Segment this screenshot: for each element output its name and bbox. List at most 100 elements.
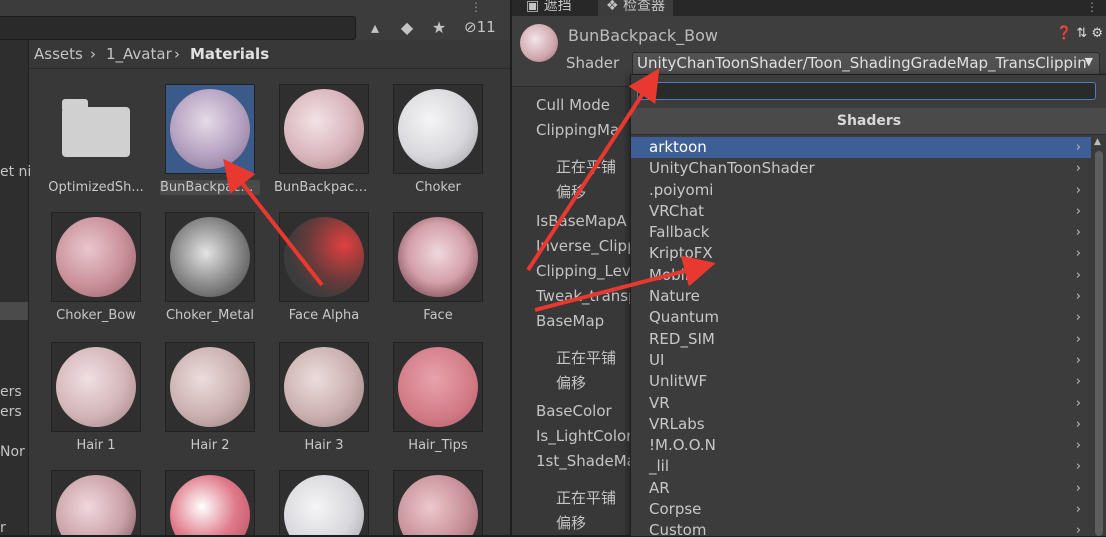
tab-inspector[interactable]: ❖ 检查器 (598, 0, 674, 16)
asset-label: BunBackpack... (274, 180, 374, 195)
tree-item-text[interactable]: et ni (0, 164, 31, 180)
breadcrumb-avatar[interactable]: 1_Avatar (106, 45, 172, 63)
filter-by-label-icon[interactable]: ◆ (394, 14, 420, 40)
shader-menu-item[interactable]: Corpse › (631, 499, 1091, 520)
tree-item-text[interactable]: ers (0, 384, 22, 400)
material-preview-icon (520, 24, 558, 62)
material-thumbnail (393, 84, 483, 174)
asset-tile[interactable]: Face Alpha (274, 212, 374, 323)
shader-menu-item[interactable]: VRLabs › (631, 414, 1091, 435)
asset-tile[interactable]: Choker_Metal (160, 212, 260, 323)
chevron-right-icon: › (1075, 267, 1081, 283)
shader-menu-item[interactable]: VRChat › (631, 201, 1091, 222)
tree-item-text[interactable]: ers (0, 404, 22, 420)
scroll-up-icon[interactable]: ▲ (1094, 137, 1101, 147)
info-icon: ❖ (606, 0, 624, 14)
shader-menu-item[interactable]: UnlitWF › (631, 371, 1091, 392)
asset-tile-selected[interactable]: BunBackpack... (160, 84, 260, 195)
asset-label: Hair 3 (304, 438, 344, 453)
shader-menu-item-label: Corpse (649, 500, 702, 519)
chevron-right-icon: › (1075, 331, 1081, 347)
asset-tile[interactable] (160, 470, 260, 535)
material-thumbnail (279, 342, 369, 432)
chevron-right-icon: › (90, 45, 96, 63)
preset-icon[interactable]: ⇅ (1076, 26, 1087, 41)
scrollbar-thumb[interactable] (1095, 151, 1103, 536)
project-search-input[interactable] (0, 16, 356, 40)
shader-menu-item-label: Nature (649, 287, 700, 306)
shader-menu-item[interactable]: AR › (631, 478, 1091, 499)
shader-menu-item[interactable]: UI › (631, 350, 1091, 371)
panel-menu-icon[interactable]: ⋮ (1086, 0, 1098, 14)
chevron-right-icon: › (1075, 374, 1081, 390)
hidden-packages-toggle[interactable]: ⊘11 (464, 18, 496, 36)
breadcrumb-assets[interactable]: Assets (34, 45, 83, 63)
shader-search-input[interactable] (637, 82, 1096, 100)
chevron-right-icon: › (1075, 395, 1081, 411)
chevron-right-icon: › (1075, 182, 1081, 198)
panel-menu-icon[interactable]: ⋮ (470, 0, 482, 14)
asset-tile[interactable]: BunBackpack... (274, 84, 374, 195)
material-thumbnail (279, 470, 369, 535)
asset-tile[interactable]: Choker (388, 84, 488, 195)
shader-menu-item[interactable]: Mobile › (631, 265, 1091, 286)
asset-tile[interactable]: Choker_Bow (46, 212, 146, 323)
property-label: 偏移 (556, 514, 587, 532)
shader-dropdown[interactable]: UnityChanToonShader/Toon_ShadingGradeMap… (632, 52, 1100, 76)
chevron-right-icon: › (1075, 502, 1081, 518)
shader-menu-item[interactable]: UnityChanToonShader › (631, 158, 1091, 179)
tree-item-text[interactable]: r (0, 520, 6, 535)
property-label: BaseMap (536, 312, 605, 330)
asset-tile[interactable] (46, 470, 146, 535)
tab-occlusion[interactable]: ▣ 遮挡 (518, 0, 580, 16)
asset-tile[interactable]: Hair 2 (160, 342, 260, 453)
shader-selector-popup: Shaders arktoon›UnityChanToonShader›.poi… (630, 74, 1106, 537)
asset-tile[interactable]: OptimizedSh... (46, 84, 146, 195)
asset-tile[interactable]: Hair_Tips (388, 342, 488, 453)
shader-label: Shader (566, 54, 620, 72)
shader-menu-item[interactable]: _lil › (631, 456, 1091, 477)
shader-menu-item[interactable]: KriptoFX › (631, 243, 1091, 264)
header-buttons: ❓ ⇅ ⚙ (1056, 26, 1103, 41)
folder-icon (51, 84, 141, 174)
shader-menu-item[interactable]: VR › (631, 393, 1091, 414)
shader-menu-item-label: UnlitWF (649, 372, 708, 391)
chevron-right-icon: › (1075, 203, 1081, 219)
project-toolbar: ▴ ◆ ★ ⊘11 ⋮ (0, 0, 510, 40)
property-label: 1st_ShadeMa (536, 452, 636, 470)
inspector-tabs: ▣ 遮挡 ❖ 检查器 ⋮ (512, 0, 1106, 16)
asset-label: Choker_Metal (165, 308, 255, 323)
property-label: ClippingMa (536, 121, 620, 139)
breadcrumb-materials[interactable]: Materials (190, 45, 269, 63)
asset-label: Choker_Bow (56, 308, 136, 323)
shader-menu-item[interactable]: Quantum › (631, 307, 1091, 328)
asset-tile[interactable] (388, 470, 488, 535)
shader-menu-item[interactable]: !M.O.O.N › (631, 435, 1091, 456)
asset-label: Choker (415, 180, 461, 195)
shader-menu-item[interactable]: Fallback › (631, 222, 1091, 243)
hidden-count: 11 (476, 18, 496, 36)
settings-gear-icon[interactable]: ⚙ (1091, 26, 1103, 41)
help-icon[interactable]: ❓ (1056, 26, 1072, 41)
asset-tile[interactable]: Face (388, 212, 488, 323)
asset-tile[interactable]: Hair 3 (274, 342, 374, 453)
asset-tile[interactable] (274, 470, 374, 535)
material-name: BunBackpack_Bow (568, 26, 718, 45)
shader-menu-item[interactable]: RED_SIM › (631, 329, 1091, 350)
asset-tile[interactable]: Hair 1 (46, 342, 146, 453)
shader-menu-item[interactable]: .poiyomi › (631, 180, 1091, 201)
shader-list: arktoon › UnityChanToonShader › .poiyomi › VRC… (631, 137, 1091, 536)
shader-menu-item-label: VRLabs (649, 414, 705, 433)
shader-menu-item-label: KriptoFX (649, 244, 713, 263)
chevron-right-icon: › (1075, 310, 1081, 326)
shader-menu-item[interactable]: Nature › (631, 286, 1091, 307)
tree-item-text[interactable]: Nor (0, 444, 25, 460)
shader-list-scrollbar[interactable]: ▲ (1091, 137, 1106, 536)
filter-by-type-icon[interactable]: ▴ (362, 14, 388, 40)
shader-menu-item[interactable]: arktoon › (631, 137, 1091, 159)
material-thumbnail (165, 470, 255, 535)
occlusion-icon: ▣ (526, 0, 544, 14)
property-label: Tweak_transp (536, 287, 638, 305)
tree-selected-row[interactable] (0, 302, 28, 320)
favorites-star-icon[interactable]: ★ (426, 14, 452, 40)
